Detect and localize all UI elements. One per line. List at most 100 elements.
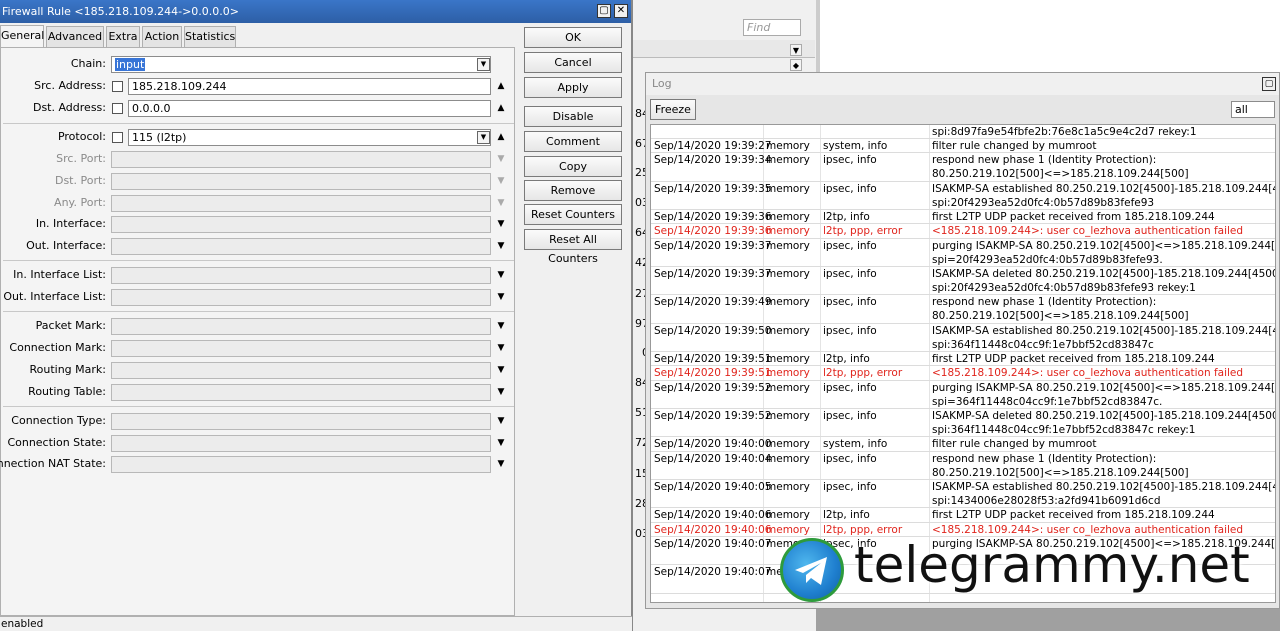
dropdown-arrow-icon: ▼ — [497, 198, 505, 208]
routing-table-field[interactable] — [111, 384, 491, 401]
log-entry[interactable]: Sep/14/2020 19:39:52 memory ipsec, info ISA… — [651, 409, 1275, 438]
dropdown-arrow-icon[interactable]: ▼ — [495, 269, 507, 282]
log-buffer: memory — [766, 296, 810, 309]
out-interface-field[interactable] — [111, 238, 491, 255]
log-entry[interactable]: Sep/14/2020 19:39:35 memory ipsec, info ISA… — [651, 182, 1275, 211]
dropdown-arrow-icon[interactable]: ▼ — [495, 218, 507, 231]
divider — [3, 406, 514, 407]
log-entry[interactable]: Sep/14/2020 19:39:34 memory ipsec, info res… — [651, 153, 1275, 182]
dropdown-arrow-icon[interactable]: ▼ — [495, 415, 507, 428]
log-entry[interactable]: Sep/14/2020 19:40:04 memory ipsec, info res… — [651, 452, 1275, 480]
log-topics: l2tp, info — [823, 211, 870, 224]
dropdown-arrow-icon[interactable]: ▼ — [495, 291, 507, 304]
freeze-button[interactable]: Freeze — [650, 99, 696, 120]
general-panel: Chain: input ▼ Src. Address: 185.218.109.… — [0, 47, 515, 616]
maximize-icon[interactable]: ▢ — [597, 4, 611, 18]
src-address-negate-checkbox[interactable] — [112, 81, 123, 92]
reset-counters-button[interactable]: Reset Counters — [524, 204, 622, 225]
packet-mark-field[interactable] — [111, 318, 491, 335]
out-interface-list-field[interactable] — [111, 289, 491, 306]
protocol-negate-checkbox[interactable] — [112, 132, 123, 143]
chain-row: Chain: input ▼ — [1, 56, 516, 74]
dst-address-field[interactable]: 0.0.0.0 — [128, 100, 491, 117]
routing-mark-field[interactable] — [111, 362, 491, 379]
ok-button[interactable]: OK — [524, 27, 622, 48]
out-interface-row: Out. Interface: ▼ — [1, 238, 516, 256]
log-message-cont: spi:1434006e28028f53:a2fd941b6091d6cd — [932, 495, 1161, 507]
tab-statistics[interactable]: Statistics — [184, 26, 236, 47]
log-entry[interactable]: Sep/14/2020 19:39:51 memory l2tp, info firs… — [651, 352, 1275, 367]
apply-button[interactable]: Apply — [524, 77, 622, 98]
log-message: ISAKMP-SA established 80.250.219.102[450… — [932, 324, 1276, 337]
log-message: respond new phase 1 (Identity Protection… — [932, 296, 1157, 309]
log-entry[interactable]: Sep/14/2020 19:39:36 memory l2tp, info firs… — [651, 210, 1275, 225]
cancel-button[interactable]: Cancel — [524, 52, 622, 73]
log-entry[interactable]: Sep/14/2020 19:40:00 memory system, info fi… — [651, 437, 1275, 452]
src-address-field[interactable]: 185.218.109.244 — [128, 78, 491, 95]
dropdown-icon[interactable]: ▼ — [477, 131, 490, 144]
log-buffer: memory — [766, 367, 810, 380]
out-interface-label: Out. Interface: — [26, 239, 106, 252]
find-input[interactable]: Find — [743, 19, 801, 36]
sort-icon[interactable]: ◆ — [790, 59, 802, 71]
status-bar: enabled — [0, 616, 632, 631]
collapse-up-icon[interactable]: ▲ — [495, 102, 507, 115]
chain-field[interactable]: input ▼ — [111, 56, 491, 73]
dropdown-arrow-icon[interactable]: ▼ — [495, 320, 507, 333]
log-entry[interactable]: Sep/14/2020 19:39:27 memory system, info fi… — [651, 139, 1275, 154]
connection-nat-state-row: Connection NAT State: ▼ — [0, 456, 516, 474]
comment-button[interactable]: Comment — [524, 131, 622, 152]
dropdown-arrow-icon[interactable]: ▼ — [495, 342, 507, 355]
dropdown-icon[interactable]: ▼ — [790, 44, 802, 56]
log-buffer: memory — [766, 211, 810, 224]
close-icon[interactable]: ✕ — [614, 4, 628, 18]
log-entry[interactable]: spi:8d97fa9e54fbfe2b:76e8c1a5c9e4c2d7 re… — [651, 125, 1275, 140]
log-entry[interactable]: Sep/14/2020 19:40:06 memory l2tp, ppp, err… — [651, 523, 1275, 537]
log-entry[interactable]: Sep/14/2020 19:39:49 memory ipsec, info res… — [651, 295, 1275, 324]
dropdown-arrow-icon[interactable]: ▼ — [495, 364, 507, 377]
log-entry[interactable]: Sep/14/2020 19:39:50 memory ipsec, info ISA… — [651, 324, 1276, 353]
connection-nat-state-field[interactable] — [111, 456, 491, 473]
connection-type-field[interactable] — [111, 413, 491, 430]
log-time: Sep/14/2020 19:39:36 — [654, 225, 772, 238]
tab-general[interactable]: General — [0, 25, 44, 47]
packet-mark-row: Packet Mark: ▼ — [1, 318, 516, 336]
dropdown-arrow-icon[interactable]: ▼ — [495, 386, 507, 399]
collapse-up-icon[interactable]: ▲ — [495, 131, 507, 144]
dropdown-arrow-icon[interactable]: ▼ — [495, 458, 507, 471]
reset-all-counters-button[interactable]: Reset All Counters — [524, 229, 622, 265]
in-interface-list-label: In. Interface List: — [13, 268, 106, 281]
log-entry[interactable]: Sep/14/2020 19:39:52 memory ipsec, info pur… — [651, 381, 1275, 409]
log-topics: ipsec, info — [823, 481, 877, 493]
topic-filter-select[interactable]: all — [1231, 101, 1275, 118]
disable-button[interactable]: Disable — [524, 106, 622, 127]
dst-address-negate-checkbox[interactable] — [112, 103, 123, 114]
log-message: <185.218.109.244>: user co_lezhova authe… — [932, 523, 1244, 536]
tab-advanced[interactable]: Advanced — [46, 26, 104, 47]
in-interface-field[interactable] — [111, 216, 491, 233]
log-entry[interactable]: Sep/14/2020 19:39:51 memory l2tp, ppp, err… — [651, 366, 1275, 381]
remove-button[interactable]: Remove — [524, 180, 622, 201]
in-interface-list-field[interactable] — [111, 267, 491, 284]
dropdown-arrow-icon[interactable]: ▼ — [495, 437, 507, 450]
maximize-icon[interactable]: ▢ — [1262, 77, 1276, 91]
log-entry[interactable]: Sep/14/2020 19:39:37 memory ipsec, info ISA… — [651, 267, 1275, 296]
log-entry[interactable]: Sep/14/2020 19:40:06 memory l2tp, info firs… — [651, 508, 1275, 523]
copy-button[interactable]: Copy — [524, 156, 622, 177]
log-buffer: memory — [766, 438, 810, 451]
dropdown-icon[interactable]: ▼ — [477, 58, 490, 71]
collapse-up-icon[interactable]: ▲ — [495, 80, 507, 93]
log-topics: l2tp, info — [823, 509, 870, 522]
log-entry[interactable]: Sep/14/2020 19:39:36 memory l2tp, ppp, err… — [651, 224, 1275, 239]
tab-action[interactable]: Action — [142, 26, 182, 47]
divider — [3, 311, 514, 312]
protocol-field[interactable]: 115 (l2tp) ▼ — [128, 129, 491, 146]
log-time: Sep/14/2020 19:40:07 — [654, 566, 772, 579]
log-entry[interactable]: Sep/14/2020 19:40:05 memory ipsec, info ISA… — [651, 480, 1275, 509]
log-time: Sep/14/2020 19:39:35 — [654, 182, 772, 195]
dropdown-arrow-icon[interactable]: ▼ — [495, 240, 507, 253]
log-entry[interactable]: Sep/14/2020 19:39:37 memory ipsec, info pur… — [651, 239, 1275, 267]
connection-mark-field[interactable] — [111, 340, 491, 357]
tab-extra[interactable]: Extra — [106, 26, 140, 47]
connection-state-field[interactable] — [111, 435, 491, 452]
